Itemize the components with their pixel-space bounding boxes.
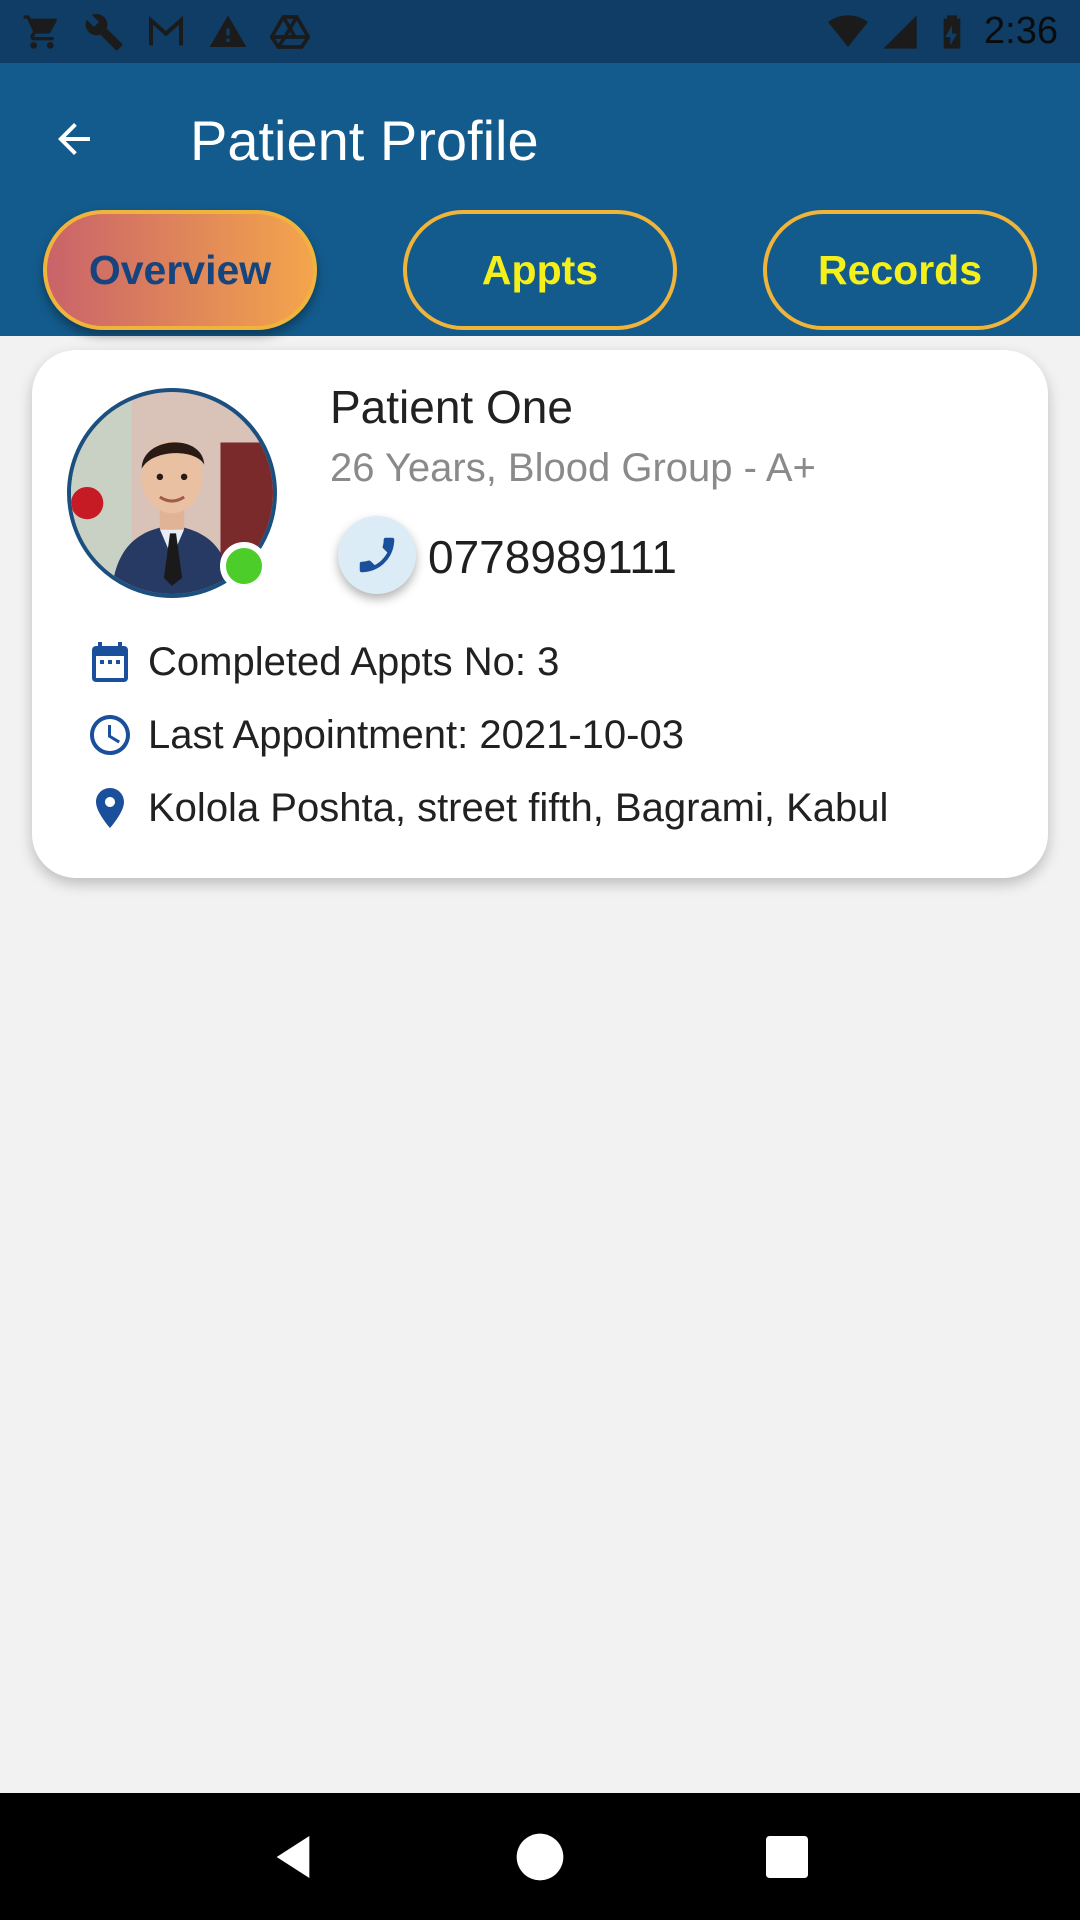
- cart-icon: [22, 12, 62, 52]
- signal-icon: [880, 12, 920, 52]
- gmail-icon: [146, 12, 186, 52]
- wifi-icon: [828, 12, 869, 52]
- status-bar: 2:36: [0, 0, 1080, 63]
- location-pin-icon: [84, 782, 136, 834]
- back-button[interactable]: [38, 103, 110, 175]
- phone-number: 0778989111: [428, 531, 678, 583]
- battery-charging-icon: [932, 12, 972, 52]
- drive-icon: [270, 12, 310, 52]
- back-triangle-icon: [276, 1835, 310, 1878]
- tab-records[interactable]: Records: [763, 210, 1037, 330]
- nav-back-button[interactable]: [261, 1825, 325, 1889]
- phone-icon: [359, 537, 395, 573]
- arrow-left-icon: [58, 123, 90, 155]
- nav-home-button[interactable]: [508, 1825, 572, 1889]
- wrench-icon: [84, 12, 124, 52]
- status-system-icons: 2:36: [828, 10, 1058, 53]
- address-text: Kolola Poshta, street fifth, Bagrami, Ka…: [148, 785, 889, 830]
- completed-appts-row: Completed Appts No: 3: [84, 632, 559, 692]
- system-nav-bar: [0, 1793, 1080, 1920]
- completed-appts-text: Completed Appts No: 3: [148, 639, 560, 684]
- tab-overview[interactable]: Overview: [43, 210, 317, 330]
- status-time: 2:36: [984, 10, 1058, 52]
- last-appointment-text: Last Appointment: 2021-10-03: [148, 712, 684, 757]
- patient-name: Patient One: [330, 381, 573, 433]
- page-title: Patient Profile: [190, 109, 539, 172]
- status-notification-icons: [22, 12, 310, 52]
- patient-profile-card: Patient One 26 Years, Blood Group - A+ 0…: [32, 350, 1048, 878]
- clock-icon: [84, 709, 136, 761]
- call-button[interactable]: [338, 516, 416, 594]
- online-status-indicator: [220, 542, 268, 590]
- calendar-icon: [84, 636, 136, 688]
- nav-recents-button[interactable]: [755, 1825, 819, 1889]
- patient-age-blood-group: 26 Years, Blood Group - A+: [330, 446, 816, 490]
- recents-square-icon: [765, 1835, 808, 1878]
- address-row: Kolola Poshta, street fifth, Bagrami, Ka…: [84, 778, 888, 838]
- warning-icon: [208, 12, 248, 52]
- last-appointment-row: Last Appointment: 2021-10-03: [84, 705, 684, 765]
- tab-appts[interactable]: Appts: [403, 210, 677, 330]
- home-circle-icon: [516, 1833, 564, 1880]
- app-bar: Patient Profile Overview Appts Records: [0, 63, 1080, 336]
